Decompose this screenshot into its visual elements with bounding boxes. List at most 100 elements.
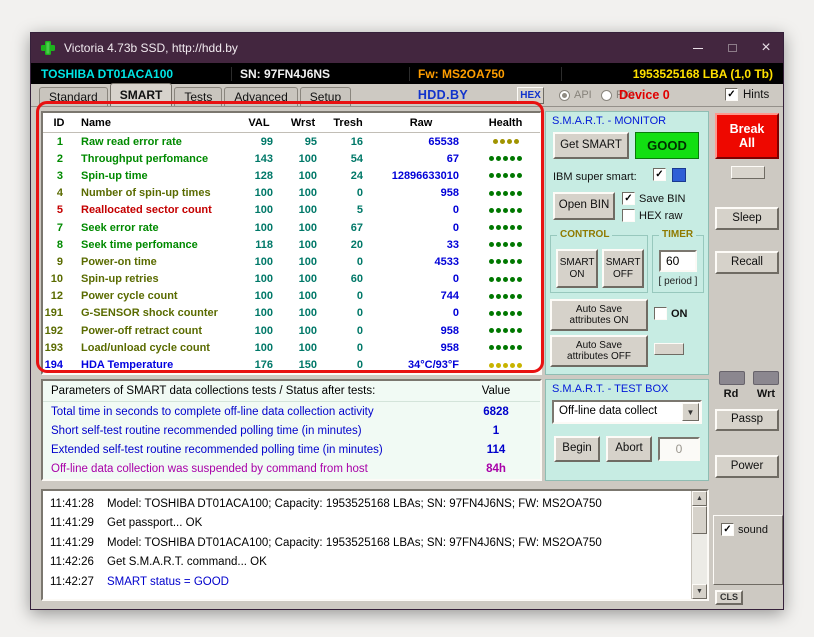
power-button[interactable]: Power: [715, 455, 779, 478]
smart-attr-wrst: 100: [298, 341, 317, 354]
health-dot: [489, 190, 494, 196]
health-dot: [489, 207, 494, 213]
health-dot: [503, 345, 508, 351]
smart-table-row[interactable]: 3 Spin-up time 128 100 24 12896633010: [43, 167, 540, 184]
health-dot: [496, 242, 501, 248]
health-dot: [489, 310, 494, 316]
abort-button[interactable]: Abort: [606, 436, 652, 462]
tab-tests[interactable]: Tests: [174, 87, 223, 106]
smart-table-row[interactable]: 194 HDA Temperature 176 150 0 34°C/93°F: [43, 356, 540, 373]
radio-icon: [559, 89, 570, 101]
smart-table-row[interactable]: 2 Throughput perfomance 143 100 54 67: [43, 150, 540, 167]
health-dot: [503, 293, 508, 299]
smart-attr-name: Spin-up retries: [81, 273, 159, 286]
smart-attr-name: Power-on time: [81, 255, 157, 268]
smart-table-row[interactable]: 1 Raw read error rate 99 95 16 65538: [43, 133, 540, 150]
smart-table-row[interactable]: 4 Number of spin-up times 100 100 0 958: [43, 185, 540, 202]
health-dot: [517, 173, 522, 179]
get-smart-button[interactable]: Get SMART: [553, 132, 629, 159]
sleep-button[interactable]: Sleep: [715, 207, 779, 230]
smart-table-row[interactable]: 192 Power-off retract count 100 100 0 958: [43, 322, 540, 339]
smart-on-button[interactable]: SMART ON: [556, 249, 598, 288]
smart-off-button[interactable]: SMART OFF: [602, 249, 644, 288]
scroll-thumb[interactable]: [692, 506, 707, 534]
tab-smart[interactable]: SMART: [109, 83, 173, 106]
smart-attr-raw: 67: [446, 152, 459, 165]
auto-save-on-button[interactable]: Auto Save attributes ON: [550, 299, 648, 331]
col-name: Name: [81, 116, 111, 129]
sound-checkbox[interactable]: ✓ sound: [721, 523, 768, 536]
brand-link[interactable]: HDD.BY: [401, 88, 485, 102]
smart-table-row[interactable]: 5 Reallocated sector count 100 100 5 0: [43, 202, 540, 219]
smart-monitor-panel: S.M.A.R.T. - MONITOR Get SMART GOOD IBM …: [545, 111, 709, 375]
health-dot: [496, 173, 501, 179]
recall-button[interactable]: Recall: [715, 251, 779, 274]
smart-attr-id: 194: [44, 359, 63, 372]
open-bin-button[interactable]: Open BIN: [553, 192, 615, 220]
health-dot: [510, 328, 515, 334]
maximize-button[interactable]: [715, 33, 749, 63]
control-group: CONTROL SMART ON SMART OFF: [550, 229, 648, 293]
radio-icon: [601, 89, 612, 101]
health-dot: [517, 242, 522, 248]
ibm-super-smart-checkbox[interactable]: ✓: [653, 168, 666, 181]
scroll-down-button[interactable]: ▼: [692, 584, 707, 599]
smart-attr-health: [471, 328, 540, 334]
test-type-select[interactable]: Off-line data collect ▼: [552, 400, 702, 424]
break-all-button[interactable]: Break All: [715, 113, 779, 159]
health-dot: [499, 139, 505, 145]
smart-table-row[interactable]: 193 Load/unload cycle count 100 100 0 958: [43, 339, 540, 356]
sidebar-indicator: [731, 166, 765, 179]
close-button[interactable]: ×: [749, 33, 783, 63]
smart-attr-tresh: 20: [350, 238, 363, 251]
smart-table-row[interactable]: 191 G-SENSOR shock counter 100 100 0 0: [43, 305, 540, 322]
hex-button[interactable]: HEX: [517, 87, 544, 104]
test-count-field[interactable]: 0: [658, 437, 700, 461]
log-message: SMART status = GOOD: [107, 575, 229, 588]
smart-table-row[interactable]: 9 Power-on time 100 100 0 4533: [43, 253, 540, 270]
smart-attr-name: Power cycle count: [81, 290, 178, 303]
smart-attr-val: 100: [254, 255, 273, 268]
col-tresh: Tresh: [333, 116, 363, 129]
health-dot: [489, 362, 494, 368]
ibm-smart-color-box[interactable]: [672, 168, 686, 182]
smart-attr-raw: 0: [452, 273, 459, 286]
passport-button[interactable]: Passp: [715, 409, 779, 431]
smart-table-row[interactable]: 12 Power cycle count 100 100 0 744: [43, 288, 540, 305]
log-scrollbar[interactable]: ▲ ▼: [691, 491, 707, 599]
tab-setup[interactable]: Setup: [299, 87, 352, 106]
tab-standard[interactable]: Standard: [39, 87, 108, 106]
health-dot: [517, 225, 522, 231]
health-dot: [489, 276, 494, 282]
api-radio[interactable]: API: [559, 89, 592, 101]
checkbox: [654, 307, 667, 320]
hex-raw-checkbox[interactable]: HEX raw: [622, 209, 682, 222]
parameter-row: Total time in seconds to complete off-li…: [43, 402, 540, 421]
smart-table-row[interactable]: 8 Seek time perfomance 118 100 20 33: [43, 236, 540, 253]
auto-save-off-button[interactable]: Auto Save attributes OFF: [550, 335, 648, 367]
scroll-up-button[interactable]: ▲: [692, 491, 707, 506]
begin-button[interactable]: Begin: [554, 436, 600, 462]
auto-save-on-checkbox[interactable]: ON: [654, 307, 688, 320]
smart-attr-health: [471, 207, 540, 213]
device-select-label[interactable]: Device 0: [619, 88, 670, 102]
chevron-down-icon[interactable]: ▼: [682, 403, 699, 421]
timer-period-input[interactable]: 60: [659, 250, 697, 272]
log-line: 11:41:28 Model: TOSHIBA DT01ACA100; Capac…: [43, 494, 707, 514]
smart-table-row[interactable]: 10 Spin-up retries 100 100 60 0: [43, 271, 540, 288]
tab-advanced[interactable]: Advanced: [224, 87, 298, 106]
smart-attr-health: [471, 173, 540, 179]
minimize-button[interactable]: [681, 33, 715, 63]
log-line: 11:41:29 Model: TOSHIBA DT01ACA100; Capac…: [43, 533, 707, 553]
hints-checkbox[interactable]: ✓ Hints: [725, 88, 769, 101]
smart-attr-raw: 0: [452, 204, 459, 217]
smart-table-row[interactable]: 7 Seek error rate 100 100 67 0: [43, 219, 540, 236]
cls-button[interactable]: CLS: [715, 590, 743, 605]
log-line: 11:42:27 SMART status = GOOD: [43, 572, 707, 592]
title-bar[interactable]: Victoria 4.73b SSD, http://hdd.by ×: [31, 33, 783, 63]
smart-attr-health: [471, 242, 540, 248]
health-dot: [503, 259, 508, 265]
health-dot: [496, 328, 501, 334]
save-bin-checkbox[interactable]: ✓ Save BIN: [622, 192, 685, 205]
smart-attr-tresh: 0: [356, 187, 363, 200]
